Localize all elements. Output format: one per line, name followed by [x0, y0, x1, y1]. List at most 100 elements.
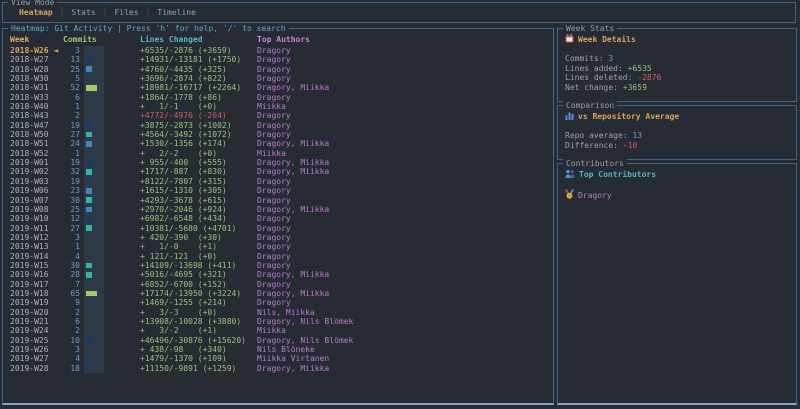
heat-square [86, 365, 92, 371]
heat-strip-cell [84, 224, 104, 233]
table-row[interactable]: 2019-W0623+1615/-1310 (+305)Dragory [3, 186, 553, 195]
commits-cell: 23 [43, 186, 80, 195]
table-row[interactable]: 2019-W0232+1717/-887 (+830)Dragory, Miik… [3, 167, 553, 176]
table-row[interactable]: 2019-W2510+46496/-30876 (+15620)Dragory,… [3, 336, 553, 345]
heat-strip-cell [84, 74, 104, 83]
heat-square [86, 216, 92, 222]
column-header-commits: Commits [63, 35, 97, 44]
table-header: Week Commits Lines Changed Top Authors [3, 35, 553, 45]
commits-cell: 18 [43, 364, 80, 373]
authors-cell: Miikka Virtanen [257, 354, 329, 363]
lines-changed-cell: +6852/-6700 (+152) [140, 280, 227, 289]
commits-cell: 32 [43, 167, 80, 176]
commits-cell: 5 [43, 74, 80, 83]
table-row[interactable]: 2019-W199+1469/-1255 (+214)Dragory [3, 298, 553, 307]
table-row[interactable]: 2018-W2825+4760/-4435 (+325)Dragory [3, 65, 553, 74]
heat-strip-cell [84, 308, 104, 317]
authors-cell: Miikka [257, 326, 286, 335]
table-row[interactable]: 2018-W5124+1530/-1356 (+174)Dragory, Mii… [3, 139, 553, 148]
heat-strip-cell [84, 261, 104, 270]
heat-square [86, 179, 92, 185]
table-row[interactable]: 2018-W5027+4564/-3492 (+1072)Dragory [3, 130, 553, 139]
table-row[interactable]: 2019-W242+ 3/-2 (+1)Miikka [3, 326, 553, 335]
heat-square [86, 263, 92, 269]
table-row[interactable]: 2019-W2818+11150/-9891 (+1259)Dragory, M… [3, 364, 553, 373]
tab-files[interactable]: Files [114, 8, 138, 17]
tab-bar: Heatmap │ Stats │ Files │ Timeline [3, 3, 795, 22]
lines-changed-cell: +2970/-2046 (+924) [140, 205, 227, 214]
authors-cell: Dragory, Nils Blömek [257, 317, 353, 326]
table-row[interactable]: 2019-W177+6852/-6700 (+152)Dragory [3, 280, 553, 289]
table-row[interactable]: 2019-W1865+17174/-13950 (+3224)Dragory, … [3, 289, 553, 298]
table-row[interactable]: 2019-W0119+ 955/-400 (+555)Dragory, Miik… [3, 158, 553, 167]
lines-changed-cell: +1479/-1370 (+109) [140, 354, 227, 363]
table-row[interactable]: 2018-W305+3696/-2874 (+822)Dragory [3, 74, 553, 83]
lines-changed-cell: + 1/-1 (+0) [140, 102, 217, 111]
authors-cell: Dragory [257, 196, 291, 205]
table-row[interactable]: 2019-W202+ 3/-3 (+0)Nils, Miikka [3, 308, 553, 317]
comparison-panel: Comparison vs Repository Average Repo av… [557, 105, 797, 160]
table-row[interactable]: 2019-W216+13908/-10028 (+3880)Dragory, N… [3, 317, 553, 326]
table-row[interactable]: 2019-W0825+2970/-2046 (+924)Dragory, Mii… [3, 205, 553, 214]
table-row[interactable]: 2019-W0730+4293/-3678 (+615)Dragory [3, 196, 553, 205]
table-row[interactable]: 2019-W1127+10381/-5680 (+4701)Dragory [3, 224, 553, 233]
table-row[interactable]: 2019-W131+ 1/-0 (+1)Dragory [3, 242, 553, 251]
stat-commits: Commits: 3 [565, 54, 796, 64]
authors-cell: Dragory [257, 177, 291, 186]
table-row[interactable]: 2018-W401+ 1/-1 (+0)Miikka [3, 102, 553, 111]
authors-cell: Dragory [257, 233, 291, 242]
week-stats-panel-title: Week Stats [563, 24, 617, 33]
authors-cell: Dragory [257, 261, 291, 270]
table-row[interactable]: 2018-W4719+3875/-2873 (+1002)Dragory [3, 121, 553, 130]
heatmap-panel-title: Heatmap: Git Activity | Press 'h' for he… [8, 24, 289, 33]
tab-stats[interactable]: Stats [72, 8, 96, 17]
table-row[interactable]: 2019-W274+1479/-1370 (+109)Miikka Virtan… [3, 354, 553, 363]
top-contributors-heading: Top Contributors [565, 169, 796, 179]
table-row[interactable]: 2018-W2713+14931/-13181 (+1750)Dragory [3, 55, 553, 64]
table-row[interactable]: 2019-W123+ 420/-390 (+30)Dragory [3, 233, 553, 242]
contributor-item[interactable]: Dragory [565, 189, 796, 201]
heat-square [86, 291, 97, 297]
table-row[interactable]: 2019-W1530+14109/-13698 (+411)Dragory [3, 261, 553, 270]
table-row[interactable]: 2019-W1628+5016/-4695 (+321)Dragory, Mii… [3, 270, 553, 279]
table-row[interactable]: 2018-W3152+18981/-16717 (+2264)Dragory, … [3, 83, 553, 92]
lines-changed-cell: +6982/-6548 (+434) [140, 214, 227, 223]
heat-strip-cell [84, 326, 104, 335]
table-row[interactable]: 2018-W521+ 2/-2 (+0)Miikka [3, 149, 553, 158]
table-row[interactable]: 2019-W144+ 121/-121 (+0)Dragory [3, 252, 553, 261]
heat-strip-cell [84, 158, 104, 167]
lines-changed-cell: +14931/-13181 (+1750) [140, 55, 241, 64]
stat-lines-added: Lines added: +6535 [565, 64, 796, 74]
table-row[interactable]: 2019-W263+ 438/-98 (+340)Nils Blöneke [3, 345, 553, 354]
authors-cell: Dragory [257, 252, 291, 261]
authors-cell: Dragory, Nils Blömek [257, 336, 353, 345]
commits-cell: 7 [43, 280, 80, 289]
authors-cell: Dragory, Miikka [257, 158, 329, 167]
heat-strip-cell [84, 317, 104, 326]
table-row[interactable]: 2018-W26 ◄3+6535/-2876 (+3659)Dragory [3, 46, 553, 55]
table-row[interactable]: 2019-W0319+8122/-7807 (+315)Dragory [3, 177, 553, 186]
tab-separator: │ [103, 8, 108, 17]
terminal-screen: View Mode Heatmap │ Stats │ Files │ Time… [0, 0, 800, 409]
authors-cell: Dragory [257, 280, 291, 289]
commits-cell: 27 [43, 224, 80, 233]
lines-changed-cell: +1615/-1310 (+305) [140, 186, 227, 195]
tab-timeline[interactable]: Timeline [157, 8, 196, 17]
lines-changed-cell: + 2/-2 (+0) [140, 149, 217, 158]
view-mode-panel-title: View Mode [8, 0, 57, 7]
authors-cell: Dragory [257, 111, 291, 120]
commits-cell: 3 [43, 46, 80, 55]
heat-strip-cell [84, 354, 104, 363]
heat-strip-cell [84, 186, 104, 195]
lines-changed-cell: +10381/-5680 (+4701) [140, 224, 236, 233]
tab-heatmap[interactable]: Heatmap [19, 8, 53, 17]
table-row[interactable]: 2018-W432+4772/-4976 (-204)Dragory [3, 111, 553, 120]
commits-cell: 65 [43, 289, 80, 298]
lines-changed-cell: +4293/-3678 (+615) [140, 196, 227, 205]
authors-cell: Dragory, Miikka [257, 289, 329, 298]
commits-cell: 19 [43, 121, 80, 130]
table-row[interactable]: 2019-W1012+6982/-6548 (+434)Dragory [3, 214, 553, 223]
heat-strip-cell [84, 130, 104, 139]
table-row[interactable]: 2018-W336+1864/-1778 (+86)Dragory [3, 93, 553, 102]
authors-cell: Dragory [257, 130, 291, 139]
